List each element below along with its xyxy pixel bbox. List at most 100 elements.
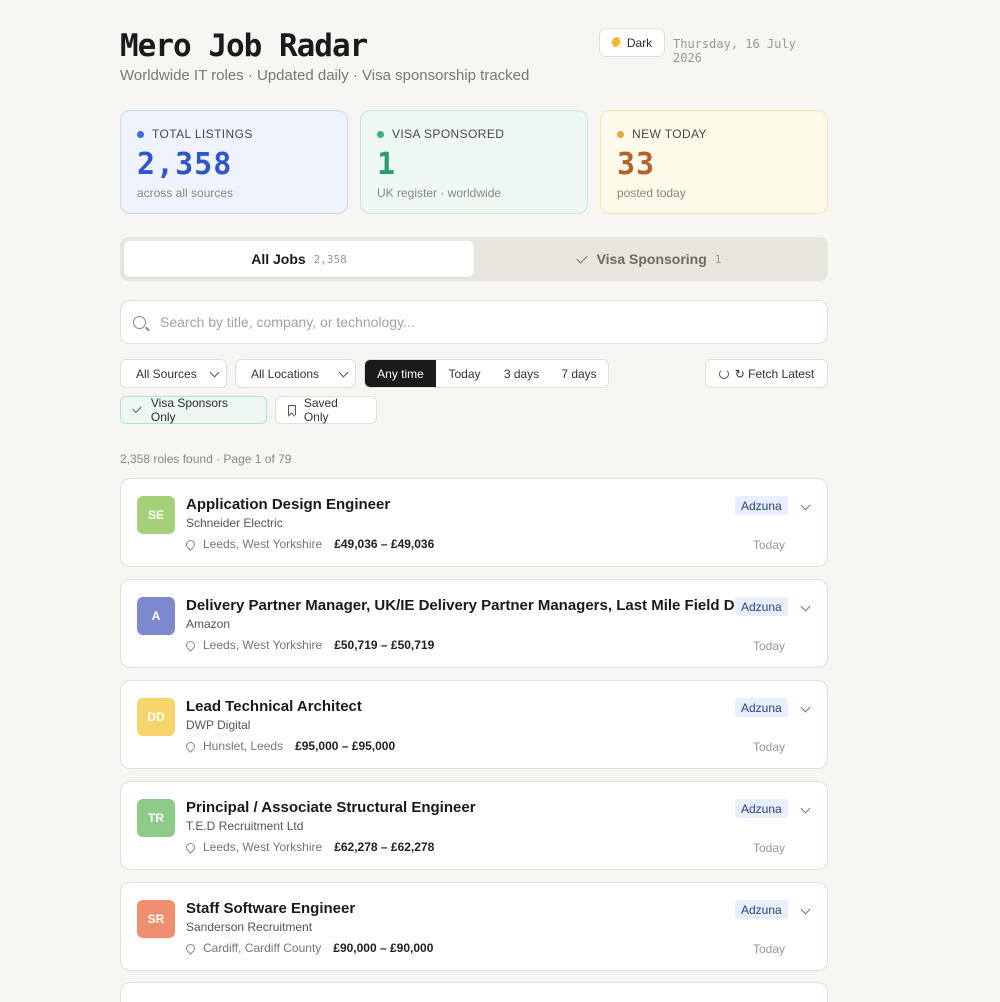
time-today[interactable]: Today	[436, 360, 493, 387]
job-location: Cardiff, Cardiff County	[203, 941, 322, 955]
location-select[interactable]: All Locations	[235, 359, 356, 388]
stat-value: 1	[377, 147, 397, 182]
chevron-down-icon	[338, 367, 349, 378]
stat-label: NEW TODAY	[632, 127, 707, 141]
job-salary: £95,000 – £95,000	[295, 739, 396, 753]
job-salary: £62,278 – £62,278	[334, 840, 435, 854]
posted-date: Today	[752, 942, 785, 956]
job-company: DWP Digital	[186, 718, 251, 732]
source-badge: Adzuna	[735, 496, 788, 515]
posted-date: Today	[752, 538, 785, 552]
job-meta: Leeds, West Yorkshire £62,278 – £62,278	[184, 840, 435, 854]
job-meta: Leeds, West Yorkshire £49,036 – £49,036	[184, 537, 435, 551]
job-card[interactable]: A Delivery Partner Manager, UK/IE Delive…	[120, 579, 828, 668]
refresh-icon	[718, 368, 729, 379]
job-card[interactable]: SE Application Design Engineer Schneider…	[120, 478, 828, 567]
status-dot	[377, 130, 384, 138]
stat-label: TOTAL LISTINGS	[152, 127, 253, 141]
time-filter: Any time Today 3 days 7 days	[364, 359, 609, 388]
stat-sub: across all sources	[137, 186, 234, 200]
company-avatar: DD	[137, 698, 175, 736]
job-card[interactable]: TR Principal / Associate Structural Engi…	[120, 781, 828, 870]
stat-sub: UK register · worldwide	[377, 186, 502, 200]
job-title: Lead Technical Architect	[186, 698, 362, 715]
job-location: Hunslet, Leeds	[203, 739, 284, 753]
results-summary: 2,358 roles found · Page 1 of 79	[120, 452, 292, 466]
location-pin-icon	[184, 739, 197, 753]
tab-visa-sponsoring[interactable]: Visa Sponsoring 1	[474, 241, 824, 277]
stat-sub: posted today	[617, 186, 686, 200]
job-company: Schneider Electric	[186, 516, 283, 530]
job-meta: Hunslet, Leeds £95,000 – £95,000	[184, 739, 396, 753]
job-title: Staff Software Engineer	[186, 900, 356, 917]
chevron-down-icon	[209, 367, 220, 378]
search-input[interactable]	[160, 314, 800, 330]
stat-value: 33	[617, 147, 656, 182]
stat-total-listings: TOTAL LISTINGS 2,358 across all sources	[120, 110, 348, 214]
job-card[interactable]: SR Staff Software Engineer Sanderson Rec…	[120, 882, 828, 971]
job-salary: £90,000 – £90,000	[333, 941, 434, 955]
visa-chip-label: Visa Sponsors Only	[150, 396, 229, 424]
chevron-down-icon[interactable]	[800, 702, 811, 713]
location-select-value: All Locations	[251, 366, 320, 381]
search-box	[120, 300, 828, 344]
dark-mode-label: Dark	[626, 35, 653, 50]
job-location: Leeds, West Yorkshire	[203, 840, 323, 854]
visa-sponsors-only-toggle[interactable]: Visa Sponsors Only	[120, 396, 267, 424]
job-company: Amazon	[186, 617, 231, 631]
source-select-value: All Sources	[136, 366, 197, 381]
source-badge: Adzuna	[735, 900, 788, 919]
source-badge: Adzuna	[735, 698, 788, 717]
saved-chip-label: Saved Only	[303, 396, 338, 424]
chevron-down-icon[interactable]	[800, 904, 811, 915]
tab-count: 2,358	[313, 252, 347, 266]
tab-all-jobs[interactable]: All Jobs 2,358	[124, 241, 474, 277]
fetch-latest-button[interactable]: ↻ Fetch Latest	[705, 359, 828, 388]
job-title: Application Design Engineer	[186, 496, 391, 513]
location-pin-icon	[184, 537, 197, 551]
source-badge: Adzuna	[735, 597, 788, 616]
location-pin-icon	[184, 941, 197, 955]
posted-date: Today	[752, 740, 785, 754]
saved-only-toggle[interactable]: Saved Only	[275, 396, 377, 424]
stat-label: VISA SPONSORED	[392, 127, 505, 141]
check-icon	[132, 403, 142, 414]
posted-date: Today	[752, 639, 785, 653]
status-dot	[617, 130, 624, 138]
dark-mode-button[interactable]: Dark	[599, 28, 665, 57]
chevron-down-icon[interactable]	[800, 500, 811, 511]
source-select[interactable]: All Sources	[120, 359, 227, 388]
job-card[interactable]: DD Lead Technical Architect DWP Digital …	[120, 680, 828, 769]
posted-date: Today	[752, 841, 785, 855]
company-avatar: SR	[137, 900, 175, 938]
company-avatar: SE	[137, 496, 175, 534]
company-avatar: A	[137, 597, 175, 635]
tab-label: All Jobs	[251, 251, 306, 267]
stat-new-today: NEW TODAY 33 posted today	[600, 110, 828, 214]
company-avatar: TR	[137, 799, 175, 837]
moon-icon	[611, 37, 623, 48]
time-3-days[interactable]: 3 days	[493, 360, 550, 387]
fetch-latest-label: ↻ Fetch Latest	[734, 366, 815, 381]
chevron-down-icon[interactable]	[800, 803, 811, 814]
time-7-days[interactable]: 7 days	[550, 360, 608, 387]
job-salary: £49,036 – £49,036	[334, 537, 435, 551]
job-title: Delivery Partner Manager, UK/IE Delivery…	[186, 597, 755, 614]
tab-label: Visa Sponsoring	[596, 251, 707, 267]
job-salary: £50,719 – £50,719	[334, 638, 435, 652]
chevron-down-icon[interactable]	[800, 601, 811, 612]
tab-count: 1	[714, 252, 722, 266]
job-title: Principal / Associate Structural Enginee…	[186, 799, 476, 816]
job-card-partial[interactable]	[120, 982, 828, 1002]
location-pin-icon	[184, 840, 197, 854]
status-dot	[137, 130, 144, 138]
source-badge: Adzuna	[735, 799, 788, 818]
location-pin-icon	[184, 638, 197, 652]
stat-visa-sponsored: VISA SPONSORED 1 UK register · worldwide	[360, 110, 588, 214]
time-any[interactable]: Any time	[365, 360, 436, 387]
job-meta: Cardiff, Cardiff County £90,000 – £90,00…	[184, 941, 434, 955]
job-tabs: All Jobs 2,358 Visa Sponsoring 1	[120, 237, 828, 281]
app-title: Mero Job Radar	[120, 28, 368, 64]
search-icon	[133, 315, 146, 329]
job-location: Leeds, West Yorkshire	[203, 638, 323, 652]
